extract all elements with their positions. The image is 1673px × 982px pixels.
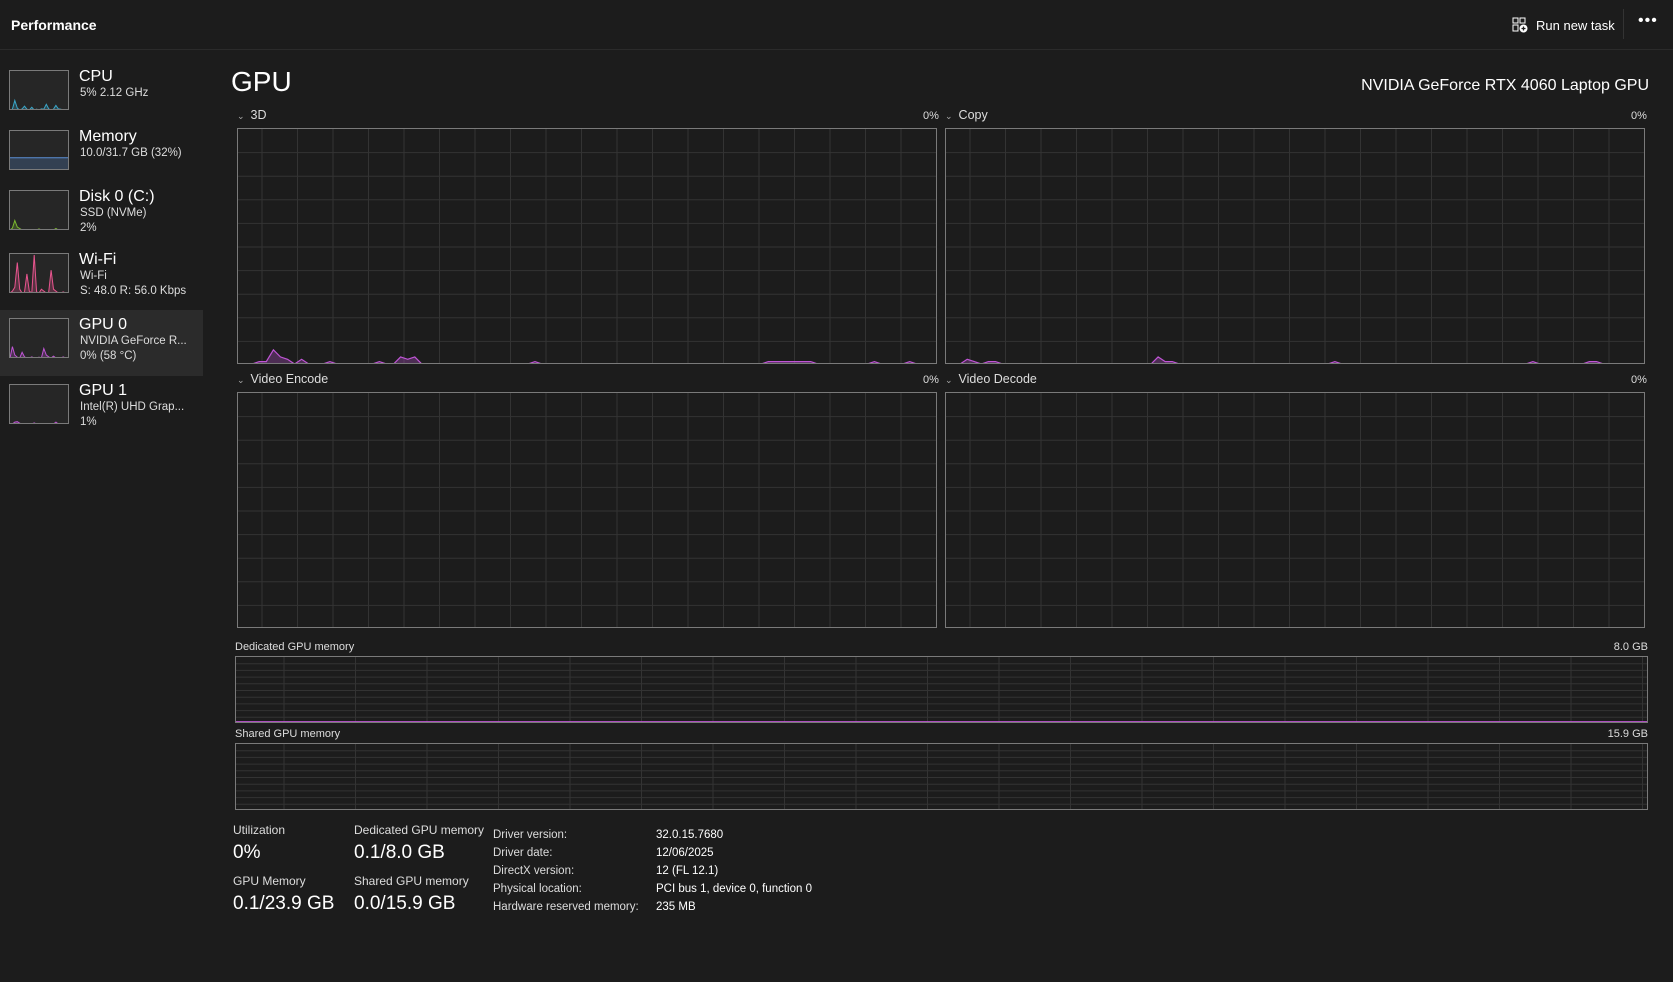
chevron-down-icon: ⌄ xyxy=(237,111,245,121)
dedicated-memory-graph xyxy=(235,656,1648,723)
chevron-down-icon: ⌄ xyxy=(945,111,953,121)
sidebar-item-wi-fi[interactable]: Wi-Fi Wi-Fi S: 48.0 R: 56.0 Kbps xyxy=(0,245,203,311)
shared-stat-value: 0.0/15.9 GB xyxy=(354,893,456,914)
sidebar-item-gpu-1[interactable]: GPU 1 Intel(R) UHD Grap... 1% xyxy=(0,376,203,442)
engine-percent: 0% xyxy=(1631,110,1647,122)
dedicated-memory-label: Dedicated GPU memory xyxy=(235,641,355,653)
sidebar-sparkline xyxy=(9,384,69,424)
sidebar-item-detail: SSD (NVMe) xyxy=(80,207,147,219)
engine-graph-video-decode xyxy=(945,392,1645,628)
detail-label: DirectX version: xyxy=(493,865,575,877)
sidebar-item-detail: Wi-Fi xyxy=(80,270,107,282)
sidebar-item-detail-2: 2% xyxy=(80,222,97,234)
shared-memory-max: 15.9 GB xyxy=(1607,728,1648,740)
detail-value: 32.0.15.7680 xyxy=(656,829,724,841)
gpu-heading: GPU xyxy=(231,66,292,97)
run-new-task-button[interactable]: Run new task xyxy=(1512,14,1615,36)
sidebar-item-cpu[interactable]: CPU 5% 2.12 GHz xyxy=(0,62,203,128)
page-title: Performance xyxy=(11,17,97,33)
sidebar-item-disk-0-c[interactable]: Disk 0 (C:) SSD (NVMe) 2% xyxy=(0,182,203,248)
engine-graph-3d xyxy=(237,128,937,364)
detail-label: Physical location: xyxy=(493,883,582,895)
usage-area xyxy=(961,356,1601,363)
usage-area xyxy=(255,349,914,363)
sidebar-item-name: GPU 1 xyxy=(79,382,128,399)
engine-selector-video-encode[interactable]: ⌄ Video Encode xyxy=(237,372,328,386)
divider xyxy=(1623,9,1624,39)
sidebar-item-detail: 5% 2.12 GHz xyxy=(80,87,149,99)
engine-label: 3D xyxy=(250,108,267,122)
gpu-memory-value: 0.1/23.9 GB xyxy=(233,893,335,914)
more-options-icon[interactable]: ••• xyxy=(1638,12,1658,30)
engine-percent: 0% xyxy=(923,374,939,386)
sidebar-item-detail-2: 0% (58 °C) xyxy=(80,350,137,362)
engine-selector-3d[interactable]: ⌄ 3D xyxy=(237,108,267,122)
engine-label: Copy xyxy=(958,108,988,122)
sidebar-sparkline xyxy=(9,70,69,110)
shared-stat-label: Shared GPU memory xyxy=(354,874,469,888)
title-bar xyxy=(0,0,1673,50)
usage-line xyxy=(253,348,916,363)
detail-value: 12/06/2025 xyxy=(656,847,714,859)
detail-value: 235 MB xyxy=(656,901,696,913)
detail-label: Hardware reserved memory: xyxy=(493,901,639,913)
sidebar-item-gpu-0[interactable]: GPU 0 NVIDIA GeForce R... 0% (58 °C) xyxy=(0,310,203,376)
utilization-label: Utilization xyxy=(233,823,286,837)
sparkline-line xyxy=(11,98,62,109)
engine-label: Video Decode xyxy=(958,372,1037,386)
detail-label: Driver version: xyxy=(493,829,568,841)
dedicated-stat-value: 0.1/8.0 GB xyxy=(354,842,445,863)
sparkline-line xyxy=(10,346,65,357)
run-task-icon xyxy=(1512,17,1528,33)
sidebar-item-name: GPU 0 xyxy=(79,316,128,333)
shared-memory-label: Shared GPU memory xyxy=(235,728,341,740)
sparkline-area xyxy=(10,346,64,357)
sidebar-item-detail-2: 1% xyxy=(80,416,97,428)
sidebar-item-detail: NVIDIA GeForce R... xyxy=(80,335,187,347)
engine-label: Video Encode xyxy=(250,372,329,386)
detail-value: 12 (FL 12.1) xyxy=(656,865,719,877)
sparkline-line xyxy=(12,421,58,423)
shared-memory-graph xyxy=(235,743,1648,810)
sidebar-sparkline xyxy=(9,253,69,293)
engine-selector-copy[interactable]: ⌄ Copy xyxy=(945,108,988,122)
detail-label: Driver date: xyxy=(493,847,553,859)
gpu-model-name: NVIDIA GeForce RTX 4060 Laptop GPU xyxy=(1361,77,1649,94)
detail-value: PCI bus 1, device 0, function 0 xyxy=(656,883,812,895)
gpu-memory-label: GPU Memory xyxy=(233,874,306,888)
utilization-value: 0% xyxy=(233,842,261,863)
engine-percent: 0% xyxy=(923,110,939,122)
engine-graph-video-encode xyxy=(237,392,937,628)
sidebar-item-detail: Intel(R) UHD Grap... xyxy=(80,401,185,413)
sidebar-sparkline xyxy=(9,190,69,230)
sidebar-item-memory[interactable]: Memory 10.0/31.7 GB (32%) xyxy=(0,122,203,188)
chevron-down-icon: ⌄ xyxy=(945,375,953,385)
sidebar-item-name: Disk 0 (C:) xyxy=(79,188,155,205)
usage-line xyxy=(960,356,1603,363)
sidebar-item-name: CPU xyxy=(79,68,113,85)
chevron-down-icon: ⌄ xyxy=(237,375,245,385)
dedicated-memory-max: 8.0 GB xyxy=(1613,641,1648,653)
engine-percent: 0% xyxy=(1631,374,1647,386)
sidebar-item-name: Wi-Fi xyxy=(79,251,117,268)
engine-graph-copy xyxy=(945,128,1645,364)
sparkline-area xyxy=(10,157,68,169)
engine-selector-video-decode[interactable]: ⌄ Video Decode xyxy=(945,372,1037,386)
sidebar-item-detail-2: S: 48.0 R: 56.0 Kbps xyxy=(80,285,187,297)
sidebar-sparkline xyxy=(9,130,69,170)
sidebar-item-detail: 10.0/31.7 GB (32%) xyxy=(80,147,182,159)
dedicated-stat-label: Dedicated GPU memory xyxy=(354,823,485,837)
sidebar-sparkline xyxy=(9,318,69,358)
run-new-task-label: Run new task xyxy=(1536,17,1615,33)
sidebar-item-name: Memory xyxy=(79,128,137,145)
